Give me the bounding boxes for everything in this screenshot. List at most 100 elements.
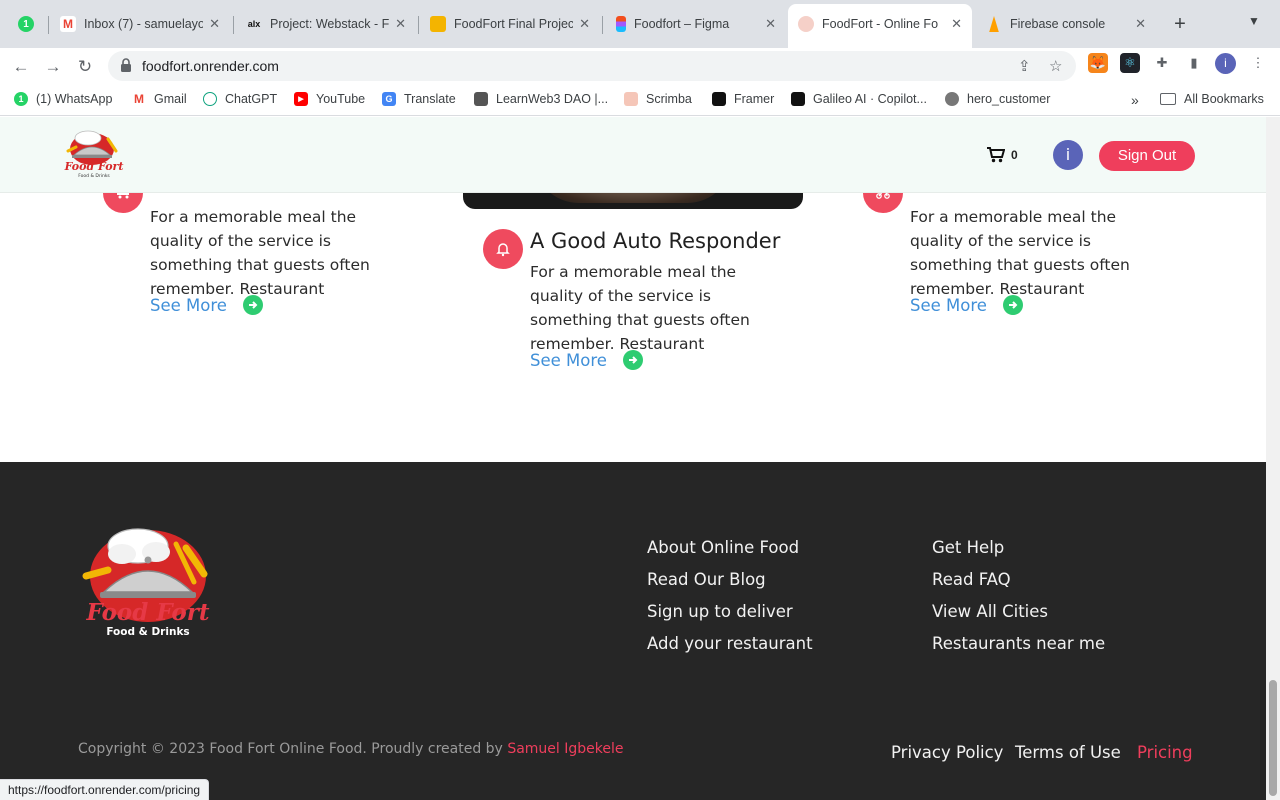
tab-foodfort-active[interactable]: FoodFort - Online Fo ✕ — [788, 4, 972, 48]
bookmark-hero-customer[interactable]: hero_customer — [945, 92, 1050, 106]
bookmark-label: Translate — [404, 92, 456, 106]
close-tab-icon[interactable]: ✕ — [395, 16, 406, 32]
copyright-text: Copyright © 2023 Food Fort Online Food. … — [78, 741, 623, 757]
bookmark-scrimba[interactable]: Scrimba — [624, 92, 692, 106]
tab-title: Project: Webstack - F — [270, 17, 390, 31]
bookmark-label: (1) WhatsApp — [36, 92, 113, 106]
foodfort-favicon — [798, 16, 814, 32]
all-bookmarks-folder[interactable]: All Bookmarks — [1160, 92, 1264, 106]
scrimba-icon — [624, 92, 638, 106]
tab-firebase[interactable]: Firebase console ✕ — [976, 8, 1156, 40]
footer-links-column-2: Get Help Read FAQ View All Cities Restau… — [932, 532, 1105, 660]
footer-link-add-restaurant[interactable]: Add your restaurant — [647, 628, 813, 660]
chatgpt-icon — [203, 92, 217, 106]
side-panel-icon[interactable]: ▮ — [1184, 53, 1204, 73]
whatsapp-icon: 1 — [14, 92, 28, 106]
cart-button[interactable]: 0 — [987, 147, 1018, 163]
bookmark-label: hero_customer — [967, 92, 1051, 106]
bookmark-learnweb3[interactable]: LearnWeb3 DAO |... — [474, 92, 608, 106]
back-arrow-icon[interactable]: ← — [8, 54, 34, 80]
bookmark-label: ChatGPT — [225, 92, 278, 106]
whatsapp-icon: 1 — [18, 16, 34, 32]
foodfort-logo[interactable]: Food Fort Food & Drinks — [62, 129, 126, 179]
firebase-icon — [989, 16, 999, 32]
footer-link-cities[interactable]: View All Cities — [932, 596, 1105, 628]
tab-gmail[interactable]: M Inbox (7) - samuelayo ✕ — [50, 8, 230, 40]
close-tab-icon[interactable]: ✕ — [1135, 16, 1146, 32]
tab-search-chevron-icon[interactable]: ▼ — [1248, 14, 1260, 28]
bookmark-label: Framer — [734, 92, 775, 106]
feature-center-text: For a memorable meal the quality of the … — [530, 263, 750, 353]
page-viewport: Food Fort Food & Drinks 0 i Sign Out For… — [0, 117, 1266, 800]
close-tab-icon[interactable]: ✕ — [765, 16, 776, 32]
address-bar[interactable]: foodfort.onrender.com ⇪ ☆ — [108, 51, 1076, 81]
new-tab-button[interactable]: + — [1168, 12, 1192, 36]
bookmark-label: All Bookmarks — [1184, 92, 1264, 106]
tab-figma[interactable]: Foodfort – Figma ✕ — [606, 8, 786, 40]
kebab-menu-icon[interactable]: ⋮ — [1248, 53, 1268, 73]
link-status-bar: https://foodfort.onrender.com/pricing — [0, 779, 210, 800]
bookmark-star-icon[interactable]: ☆ — [1049, 57, 1062, 75]
shopping-cart-icon — [987, 147, 1005, 163]
feature-right-text: For a memorable meal the quality of the … — [910, 208, 1130, 298]
close-tab-icon[interactable]: ✕ — [951, 16, 962, 32]
sign-out-button[interactable]: Sign Out — [1099, 141, 1195, 171]
metamask-icon[interactable]: 🦊 — [1088, 53, 1108, 73]
tab-title: FoodFort - Online Fo — [822, 17, 939, 31]
lock-icon — [121, 58, 131, 72]
close-tab-icon[interactable]: ✕ — [579, 16, 590, 32]
footer-link-faq[interactable]: Read FAQ — [932, 564, 1105, 596]
tab-alx-project[interactable]: alx Project: Webstack - F ✕ — [236, 8, 416, 40]
terms-of-use-link[interactable]: Terms of Use — [1015, 743, 1121, 762]
folder-icon — [1160, 93, 1176, 105]
footer-logo[interactable]: Food Fort Food & Drinks — [78, 524, 218, 642]
tab-google-slides[interactable]: FoodFort Final Projec ✕ — [420, 8, 600, 40]
svg-text:Food & Drinks: Food & Drinks — [106, 626, 189, 638]
arrow-right-icon — [242, 295, 263, 315]
translate-icon: G — [382, 92, 396, 106]
react-devtools-icon[interactable]: ⚛ — [1120, 53, 1140, 73]
forward-arrow-icon[interactable]: → — [40, 54, 66, 80]
bookmark-chatgpt[interactable]: ChatGPT — [203, 92, 277, 106]
footer-link-restaurants-near[interactable]: Restaurants near me — [932, 628, 1105, 660]
author-link[interactable]: Samuel Igbekele — [507, 741, 623, 757]
share-icon[interactable]: ⇪ — [1018, 57, 1031, 75]
profile-avatar[interactable]: i — [1215, 53, 1236, 74]
feature-center-see-more-link[interactable]: See More — [530, 350, 643, 370]
footer-links-column-1: About Online Food Read Our Blog Sign up … — [647, 532, 813, 660]
bookmark-youtube[interactable]: ▶ YouTube — [294, 92, 365, 106]
bookmark-gmail[interactable]: M Gmail — [132, 92, 187, 106]
tab-whatsapp[interactable]: 1 — [8, 8, 48, 40]
footer-link-blog[interactable]: Read Our Blog — [647, 564, 813, 596]
footer-link-about[interactable]: About Online Food — [647, 532, 813, 564]
figma-icon — [616, 16, 626, 32]
extensions-puzzle-icon[interactable]: ✚ — [1152, 53, 1172, 73]
more-bookmarks-chevron-icon[interactable]: » — [1131, 92, 1139, 108]
reload-icon[interactable]: ↻ — [72, 54, 98, 80]
copyright-prefix: Copyright © 2023 Food Fort Online Food. … — [78, 741, 503, 757]
galileo-icon — [791, 92, 805, 106]
feature-right-see-more-link[interactable]: See More — [910, 295, 1023, 315]
gmail-icon: M — [132, 92, 146, 106]
youtube-icon: ▶ — [294, 92, 308, 106]
feature-left-see-more-link[interactable]: See More — [150, 295, 263, 315]
svg-text:Food Fort: Food Fort — [86, 599, 210, 626]
scrollbar-thumb[interactable] — [1269, 680, 1277, 796]
tab-title: FoodFort Final Projec — [454, 17, 574, 31]
page-scrollbar[interactable] — [1266, 117, 1280, 800]
bell-icon — [483, 229, 523, 269]
user-avatar[interactable]: i — [1053, 140, 1083, 170]
bookmark-whatsapp[interactable]: 1 (1) WhatsApp — [14, 92, 112, 106]
privacy-policy-link[interactable]: Privacy Policy — [891, 743, 1003, 762]
pricing-link[interactable]: Pricing — [1137, 743, 1193, 762]
bookmark-label: Gmail — [154, 92, 187, 106]
browser-toolbar: ← → ↻ foodfort.onrender.com ⇪ ☆ 🦊 ⚛ ✚ ▮ … — [0, 48, 1280, 86]
close-tab-icon[interactable]: ✕ — [209, 16, 220, 32]
bookmark-framer[interactable]: Framer — [712, 92, 774, 106]
footer-link-get-help[interactable]: Get Help — [932, 532, 1105, 564]
footer-link-sign-up-deliver[interactable]: Sign up to deliver — [647, 596, 813, 628]
slides-icon — [430, 16, 446, 32]
bookmark-galileo[interactable]: Galileo AI · Copilot... — [791, 92, 927, 106]
bookmark-translate[interactable]: G Translate — [382, 92, 456, 106]
bookmarks-bar: 1 (1) WhatsApp M Gmail ChatGPT ▶ YouTube… — [0, 86, 1280, 116]
